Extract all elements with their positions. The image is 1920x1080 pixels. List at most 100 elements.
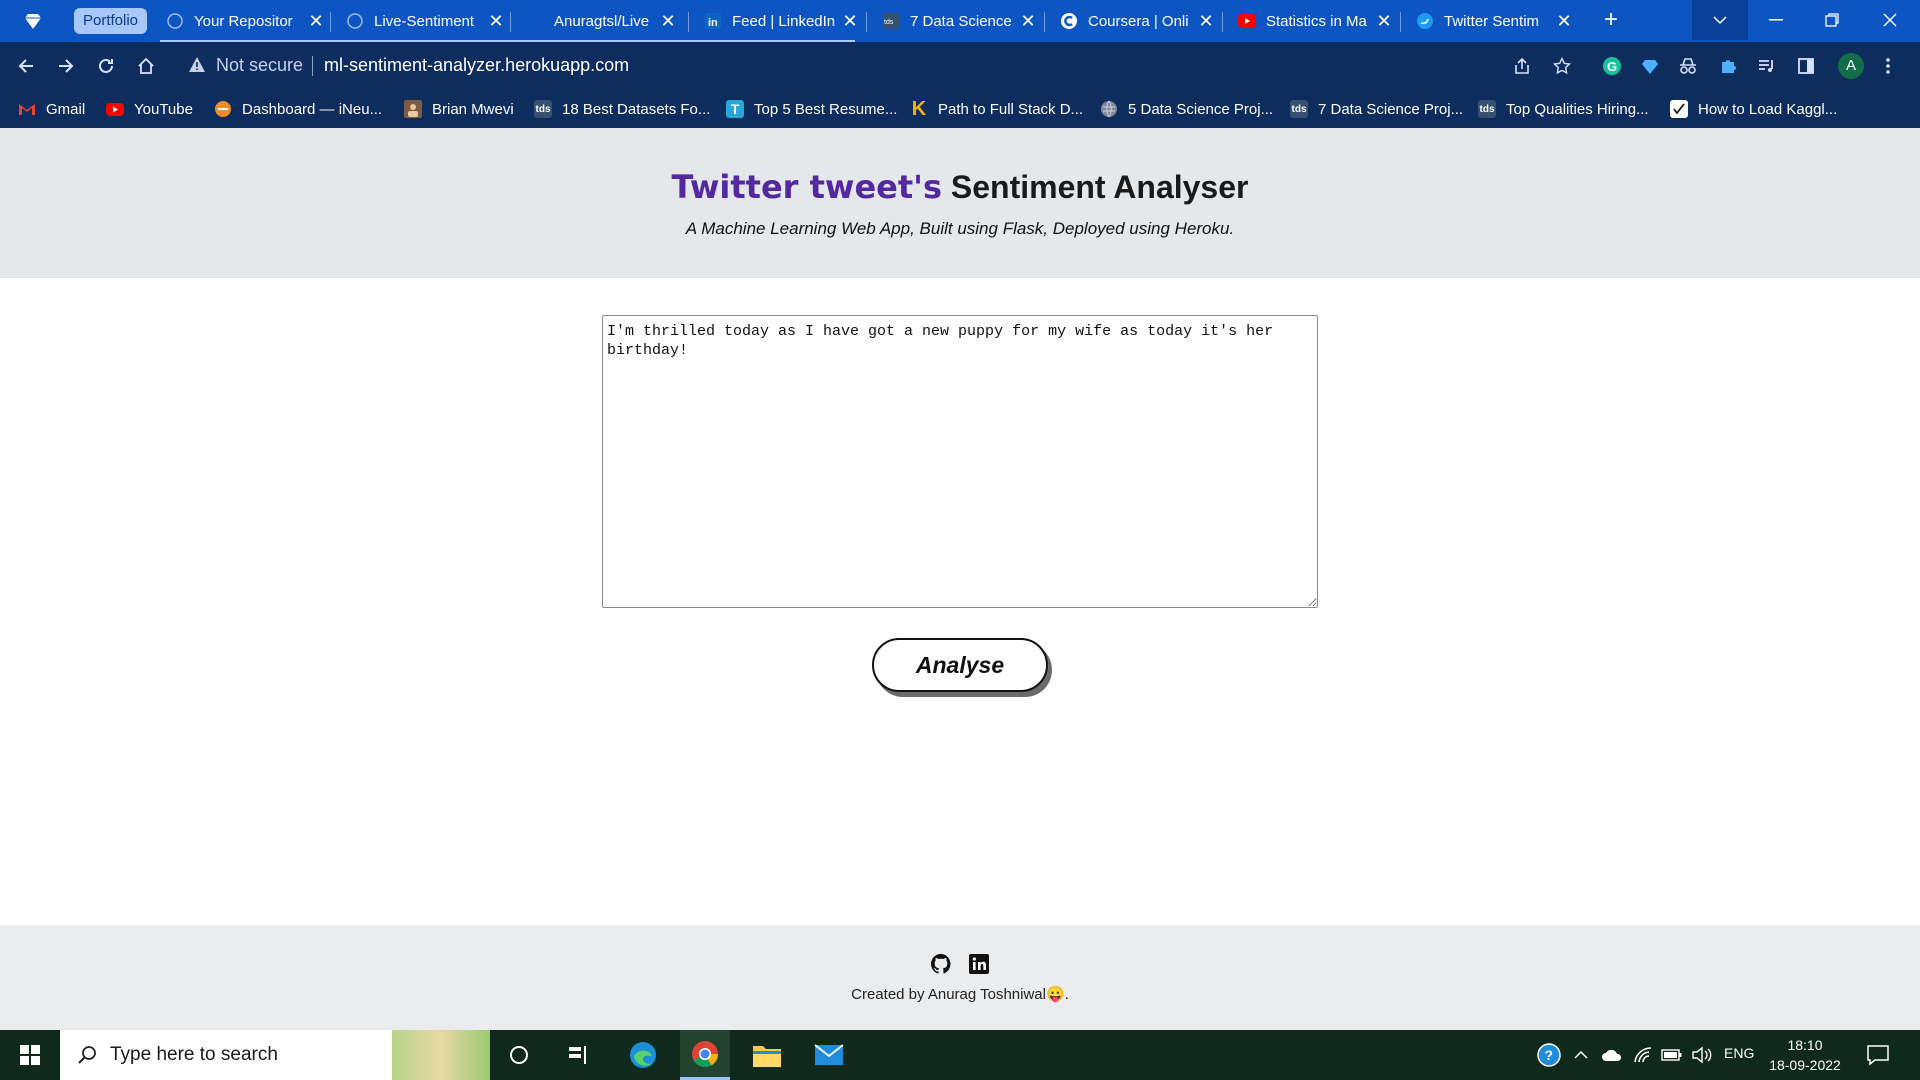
bookmark-youtube[interactable]: YouTube — [106, 96, 193, 122]
onedrive-icon[interactable] — [1600, 1044, 1624, 1066]
close-icon[interactable]: ✕ — [842, 11, 858, 32]
help-icon[interactable]: ? — [1536, 1043, 1562, 1067]
close-icon[interactable]: ✕ — [1556, 11, 1572, 32]
tab-statistics-in-ml[interactable]: Statistics in Ma ✕ — [1238, 6, 1392, 36]
tab-live-sentiment[interactable]: Live-Sentiment ✕ — [346, 6, 504, 36]
volume-icon[interactable] — [1690, 1044, 1714, 1066]
taskbar-search-box[interactable]: Type here to search — [60, 1030, 490, 1080]
diamond-extension-icon[interactable] — [1636, 52, 1664, 80]
profile-avatar[interactable]: A — [1838, 53, 1864, 79]
forward-button[interactable] — [50, 50, 82, 82]
close-icon[interactable]: ✕ — [1020, 11, 1036, 32]
address-bar[interactable]: Not secure ml-sentiment-analyzer.herokua… — [176, 47, 1516, 83]
tab-title: Live-Sentiment — [374, 12, 475, 30]
notification-icon[interactable] — [1866, 1043, 1890, 1067]
github-icon[interactable] — [929, 952, 953, 976]
tab-7-data-science[interactable]: tds 7 Data Science ✕ — [882, 6, 1036, 36]
reload-button[interactable] — [90, 50, 122, 82]
close-icon[interactable]: ✕ — [1376, 11, 1392, 32]
close-icon[interactable]: ✕ — [1198, 11, 1214, 32]
linkedin-icon: in — [704, 12, 722, 30]
page-viewport: Twitter tweet's Sentiment Analyser A Mac… — [0, 128, 1920, 1030]
social-links — [0, 952, 1920, 976]
tab-divider — [1222, 12, 1223, 32]
twitter-icon — [1416, 12, 1434, 30]
bookmark-dashboard-ineuron[interactable]: Dashboard — iNeu... — [214, 96, 382, 122]
tab-linkedin-feed[interactable]: in Feed | LinkedIn ✕ — [704, 6, 858, 36]
tab-coursera[interactable]: Coursera | Onli ✕ — [1060, 6, 1214, 36]
bookmark-18-best-datasets[interactable]: tds 18 Best Datasets Fo... — [534, 96, 710, 122]
cortana-icon[interactable] — [494, 1030, 544, 1080]
chevron-up-icon[interactable] — [1572, 1044, 1590, 1066]
browser-tab-strip: Portfolio Your Repositor ✕ Live-Sentimen… — [0, 0, 1920, 42]
bookmark-full-stack-path[interactable]: K Path to Full Stack D... — [910, 96, 1083, 122]
tab-title: Feed | LinkedIn — [732, 12, 836, 30]
extensions-puzzle-icon[interactable] — [1714, 52, 1742, 80]
new-tab-button[interactable]: + — [1598, 8, 1624, 34]
bookmark-gmail[interactable]: Gmail — [18, 96, 85, 122]
tab-divider — [510, 12, 511, 32]
analyse-button[interactable]: Analyse — [872, 638, 1048, 692]
tab-group-portfolio[interactable]: Portfolio — [74, 8, 148, 34]
reload-icon — [99, 58, 113, 73]
chrome-icon[interactable] — [680, 1030, 730, 1080]
mail-icon[interactable] — [804, 1030, 854, 1080]
bookmark-brian-mwevi[interactable]: Brian Mwevi — [404, 96, 514, 122]
bookmark-star-icon[interactable] — [1548, 52, 1576, 80]
tab-divider — [866, 12, 867, 32]
wifi-icon[interactable] — [1632, 1044, 1654, 1066]
more-menu-icon[interactable] — [1874, 52, 1902, 80]
input-language[interactable]: ENG — [1724, 1045, 1754, 1061]
media-queue-icon[interactable] — [1752, 52, 1780, 80]
tds-icon: tds — [1478, 100, 1496, 118]
url-text[interactable]: ml-sentiment-analyzer.herokuapp.com — [324, 55, 629, 76]
edge-icon[interactable] — [618, 1030, 668, 1080]
tab-anuragtsl-live[interactable]: Anuragtsl/Live ✕ — [526, 6, 676, 36]
diamond-icon[interactable] — [8, 8, 58, 34]
tab-twitter-sentiment[interactable]: Twitter Sentim ✕ — [1416, 6, 1572, 36]
system-clock[interactable]: 18:10 18-09-2022 — [1760, 1035, 1850, 1075]
coursera-icon — [1060, 12, 1078, 30]
linkedin-icon[interactable] — [967, 952, 991, 976]
close-icon[interactable]: ✕ — [308, 11, 324, 32]
tds-icon: tds — [882, 12, 900, 30]
file-explorer-icon[interactable] — [742, 1030, 792, 1080]
task-view-icon[interactable] — [554, 1030, 604, 1080]
close-window-button[interactable] — [1862, 0, 1918, 40]
bookmark-label: 5 Data Science Proj... — [1128, 100, 1274, 118]
close-icon[interactable]: ✕ — [660, 11, 676, 32]
bookmark-label: Dashboard — iNeu... — [242, 100, 383, 118]
grammarly-icon[interactable]: G — [1598, 52, 1626, 80]
tab-search-button[interactable] — [1692, 0, 1748, 40]
tweet-input[interactable]: I'm thrilled today as I have got a new p… — [602, 315, 1318, 608]
bookmark-5-data-science[interactable]: 5 Data Science Proj... — [1100, 96, 1273, 122]
bookmark-load-kaggle[interactable]: How to Load Kaggl... — [1670, 96, 1837, 122]
restore-button[interactable] — [1804, 0, 1860, 40]
arrow-right-icon — [59, 59, 74, 73]
tab-your-repositories[interactable]: Your Repositor ✕ — [166, 6, 324, 36]
back-button[interactable] — [10, 50, 42, 82]
browser-toolbar: Not secure ml-sentiment-analyzer.herokua… — [0, 42, 1920, 90]
tab-title: Statistics in Ma — [1266, 12, 1367, 30]
svg-text:?: ? — [1545, 1047, 1554, 1063]
home-button[interactable] — [130, 50, 162, 82]
bookmark-top-5-resume[interactable]: T Top 5 Best Resume... — [726, 96, 897, 122]
clock-date: 18-09-2022 — [1769, 1057, 1841, 1073]
page-subtitle: A Machine Learning Web App, Built using … — [685, 219, 1235, 238]
bookmark-label: Path to Full Stack D... — [938, 100, 1084, 118]
svg-text:G: G — [1607, 59, 1617, 74]
incognito-icon[interactable] — [1674, 52, 1702, 80]
side-panel-icon[interactable] — [1792, 52, 1820, 80]
omnibox-divider — [312, 56, 313, 76]
bookmark-top-qualities[interactable]: tds Top Qualities Hiring... — [1478, 96, 1649, 122]
tab-divider — [688, 12, 689, 32]
bookmark-7-data-science[interactable]: tds 7 Data Science Proj... — [1290, 96, 1463, 122]
share-icon[interactable] — [1508, 52, 1536, 80]
start-button[interactable] — [0, 1030, 60, 1080]
minimize-button[interactable] — [1748, 0, 1804, 40]
svg-text:in: in — [708, 17, 718, 29]
battery-icon[interactable] — [1660, 1044, 1684, 1066]
security-status[interactable]: Not secure — [216, 55, 303, 76]
bookmarks-bar: Gmail YouTube Dashboard — iNeu... Brian … — [0, 90, 1920, 128]
close-icon[interactable]: ✕ — [488, 11, 504, 32]
